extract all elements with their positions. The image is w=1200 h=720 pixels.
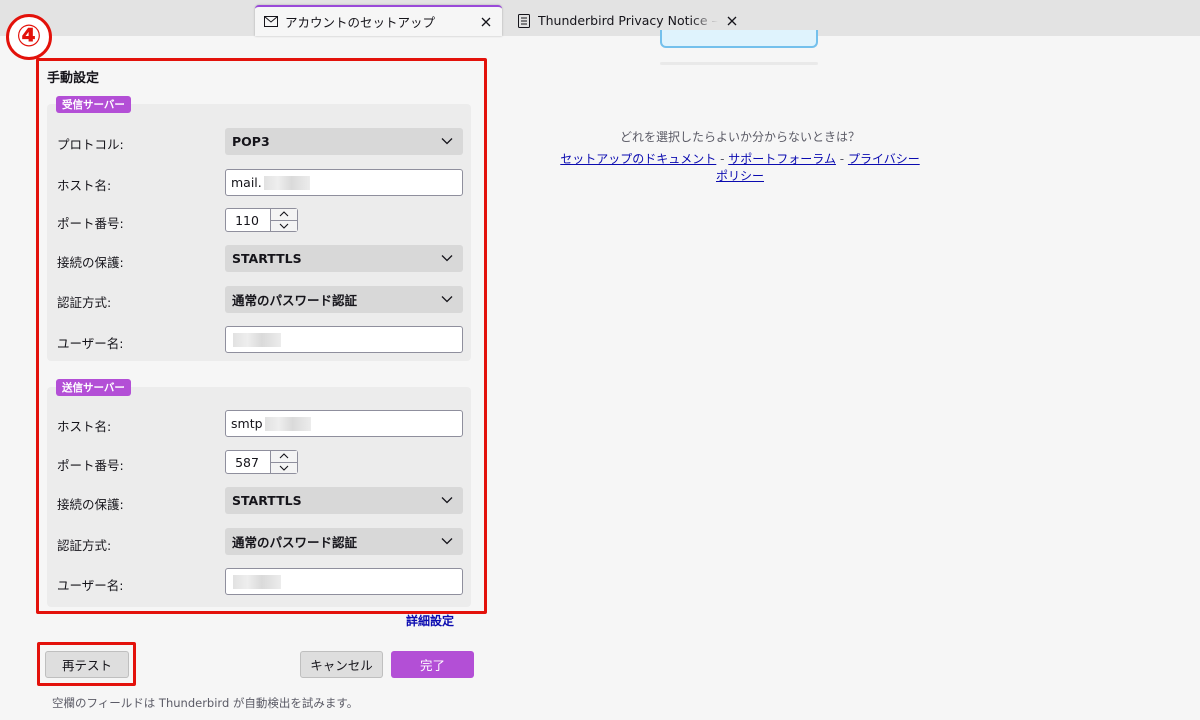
tab-bar: アカウントのセットアップ Thunderbird Privacy Notice … bbox=[0, 0, 1200, 36]
illustration-shadow bbox=[660, 62, 818, 65]
setup-illustration bbox=[660, 30, 818, 48]
close-icon[interactable] bbox=[478, 14, 494, 30]
cancel-button[interactable]: キャンセル bbox=[300, 651, 383, 678]
help-question: どれを選択したらよいか分からないときは？ bbox=[619, 130, 860, 144]
close-icon[interactable] bbox=[724, 13, 740, 29]
tab-title: Thunderbird Privacy Notice — Mozilla bbox=[538, 13, 718, 28]
manual-settings-highlight bbox=[36, 58, 487, 614]
advanced-config-link[interactable]: 詳細設定 bbox=[406, 612, 454, 629]
link-separator: - bbox=[839, 152, 845, 166]
step-number-badge: ④ bbox=[6, 14, 52, 60]
tab-title: アカウントのセットアップ bbox=[285, 15, 436, 30]
help-links: セットアップのドキュメント - サポートフォーラム - プライバシーポリシー bbox=[560, 150, 920, 184]
done-button[interactable]: 完了 bbox=[391, 651, 474, 678]
tab-account-setup[interactable]: アカウントのセットアップ bbox=[255, 5, 502, 36]
setup-docs-link[interactable]: セットアップのドキュメント bbox=[560, 152, 716, 166]
autodetect-note: 空欄のフィールドは Thunderbird が自動検出を試みます。 bbox=[52, 696, 359, 710]
retest-highlight bbox=[37, 642, 136, 686]
document-icon bbox=[516, 13, 532, 29]
support-forum-link[interactable]: サポートフォーラム bbox=[728, 152, 836, 166]
link-separator: - bbox=[720, 152, 725, 166]
mail-icon bbox=[263, 14, 279, 30]
help-section: どれを選択したらよいか分からないときは？ セットアップのドキュメント - サポー… bbox=[560, 128, 920, 184]
